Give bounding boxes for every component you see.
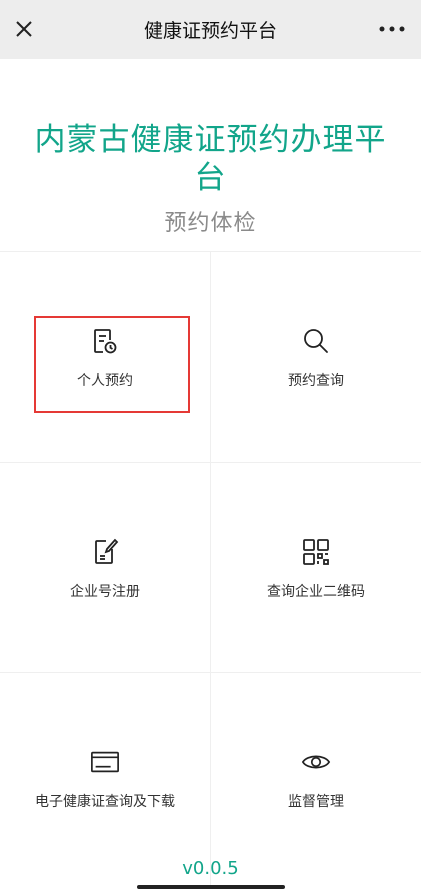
menu-item-enterprise-register[interactable]: 企业号注册: [0, 463, 210, 673]
menu-item-supervision[interactable]: 监督管理: [211, 673, 421, 883]
menu-grid: 个人预约 预约查询 企业号注册 查询企业二维码 电子健康证查询及下载 监督管理: [0, 251, 421, 889]
menu-item-label: 预约查询: [288, 373, 344, 389]
menu-item-label: 电子健康证查询及下载: [35, 794, 175, 810]
menu-item-personal-appointment[interactable]: 个人预约: [0, 252, 210, 462]
more-icon[interactable]: [375, 15, 409, 43]
eye-icon: [301, 747, 331, 777]
search-icon: [301, 326, 331, 356]
menu-item-appointment-query[interactable]: 预约查询: [211, 252, 421, 462]
hero-section: 内蒙古健康证预约办理平台 预约体检: [0, 59, 421, 251]
appointment-clock-icon: [90, 326, 120, 356]
menu-item-label: 企业号注册: [70, 584, 140, 600]
menu-item-label: 监督管理: [288, 794, 344, 810]
home-indicator: [137, 885, 285, 889]
page-title: 健康证预约平台: [143, 20, 277, 42]
menu-item-e-health-certificate[interactable]: 电子健康证查询及下载: [0, 673, 210, 883]
menu-item-label: 个人预约: [77, 373, 133, 389]
register-edit-icon: [90, 537, 120, 567]
platform-title: 内蒙古健康证预约办理平台: [34, 122, 387, 196]
menu-item-label: 查询企业二维码: [267, 584, 365, 600]
qr-code-icon: [301, 537, 331, 567]
version-label: v0.0.5: [182, 858, 239, 879]
platform-subtitle: 预约体检: [164, 211, 257, 236]
close-icon[interactable]: [10, 15, 38, 43]
nav-bar: 健康证预约平台: [0, 0, 421, 59]
card-icon: [90, 747, 120, 777]
menu-item-enterprise-qrcode[interactable]: 查询企业二维码: [211, 463, 421, 673]
